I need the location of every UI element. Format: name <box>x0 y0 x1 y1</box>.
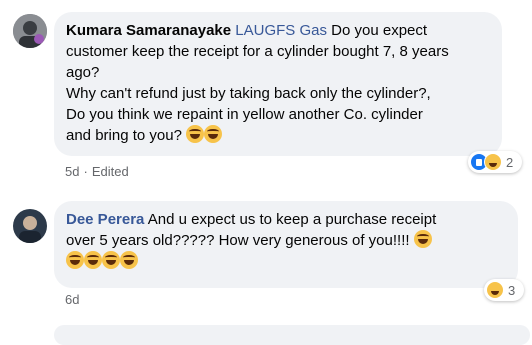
grinning-emoji-icon <box>204 125 223 143</box>
reaction-count: 2 <box>506 154 514 170</box>
comment-text: Do you expect <box>326 22 428 39</box>
comment-meta: 6d <box>65 292 79 307</box>
comment-bubble: Kumara Samaranayake LAUGFS Gas Do you ex… <box>54 12 502 156</box>
tears-of-joy-emoji-icon <box>84 251 102 269</box>
reaction-summary[interactable]: 2 <box>468 151 522 173</box>
haha-icon <box>486 281 504 299</box>
next-comment-bubble <box>54 325 530 345</box>
haha-icon <box>484 153 502 171</box>
edited-label[interactable]: Edited <box>92 164 129 179</box>
comment-line: and bring to you? <box>66 125 490 146</box>
comment-text: And u expect us to keep a purchase recei… <box>144 211 437 228</box>
reaction-count: 3 <box>508 282 516 298</box>
timestamp[interactable]: 5d <box>65 164 79 179</box>
comment-text: ago? <box>66 64 100 81</box>
grinning-emoji-icon <box>186 125 205 143</box>
avatar[interactable] <box>13 14 47 48</box>
tears-of-joy-emoji-icon <box>413 230 432 248</box>
timestamp[interactable]: 6d <box>65 292 79 307</box>
comment-text: over 5 years old????? How very generous … <box>66 232 410 249</box>
comment-text: customer keep the receipt for a cylinder… <box>66 43 449 60</box>
avatar[interactable] <box>13 209 47 243</box>
comment-author[interactable]: Kumara Samaranayake <box>66 22 231 39</box>
comment-meta: 5d · Edited <box>65 164 129 179</box>
comment-author[interactable]: Dee Perera <box>66 211 144 228</box>
comment-text: Why can't refund just by taking back onl… <box>66 85 431 102</box>
comment-text: Do you think we repaint in yellow anothe… <box>66 106 423 123</box>
mention-link[interactable]: LAUGFS Gas <box>235 22 327 39</box>
tears-of-joy-emoji-icon <box>120 251 138 269</box>
tears-of-joy-emoji-icon <box>102 251 120 269</box>
separator: · <box>83 164 88 179</box>
comment-line: Kumara Samaranayake LAUGFS Gas Do you ex… <box>66 20 490 41</box>
comment-line <box>66 251 506 272</box>
comment-line: Dee Perera And u expect us to keep a pur… <box>66 209 506 230</box>
comment-line: over 5 years old????? How very generous … <box>66 230 506 251</box>
tears-of-joy-emoji-icon <box>66 251 84 269</box>
reaction-summary[interactable]: 3 <box>484 279 524 301</box>
comment-bubble: Dee Perera And u expect us to keep a pur… <box>54 201 518 288</box>
comment-text: and bring to you? <box>66 127 182 144</box>
